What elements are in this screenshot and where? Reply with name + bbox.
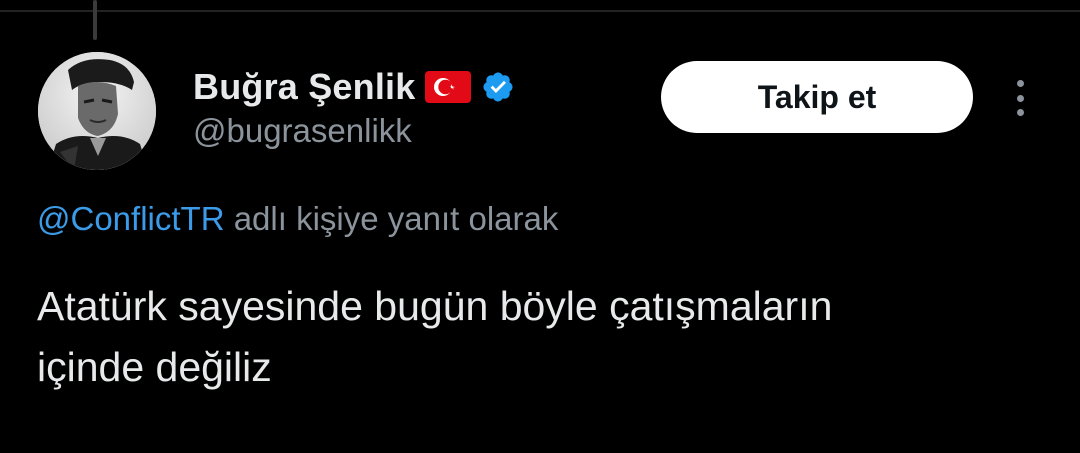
verified-badge-icon	[481, 70, 515, 104]
reply-mention-link[interactable]: @ConflictTR	[37, 200, 225, 237]
reply-context: @ConflictTR adlı kişiye yanıt olarak	[37, 200, 558, 238]
dot	[1016, 109, 1024, 116]
reply-context-text: adlı kişiye yanıt olarak	[233, 200, 559, 237]
tweet-text-line: Atatürk sayesinde bugün böyle çatışmalar…	[37, 283, 833, 329]
more-options-icon[interactable]	[1009, 80, 1031, 116]
divider-line	[0, 10, 1080, 12]
author-display-name[interactable]: Buğra Şenlik	[193, 66, 415, 108]
tweet-text-line: içinde değiliz	[37, 344, 272, 390]
follow-button[interactable]: Takip et	[661, 61, 973, 133]
author-name-row[interactable]: Buğra Şenlik	[193, 62, 515, 112]
dot	[1016, 80, 1024, 87]
tweet-text: Atatürk sayesinde bugün böyle çatışmalar…	[37, 276, 1047, 398]
avatar[interactable]	[38, 52, 156, 170]
author-handle[interactable]: @bugrasenlikk	[193, 112, 412, 150]
thread-connector-line	[93, 0, 97, 40]
turkey-flag-icon	[425, 71, 472, 103]
dot	[1016, 94, 1024, 102]
